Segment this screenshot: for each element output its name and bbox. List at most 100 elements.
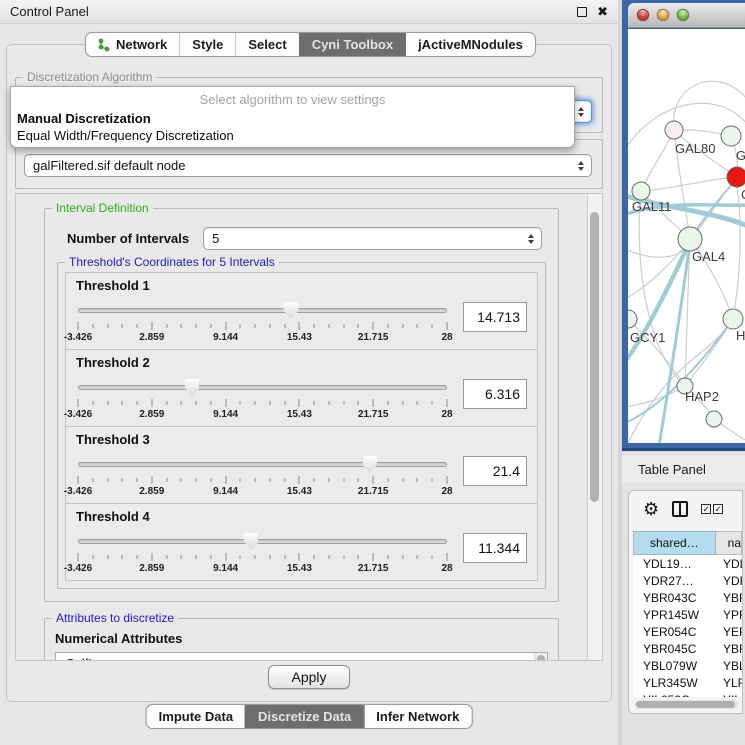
cell-shared-name[interactable]: YBL079W bbox=[633, 657, 719, 674]
tab-infer-network[interactable]: Infer Network bbox=[363, 705, 471, 728]
numerical-attributes-list[interactable]: SelfLoopsTopologicalCoefficientBetweenne… bbox=[55, 652, 548, 660]
tab-style[interactable]: Style bbox=[179, 33, 235, 56]
network-node[interactable] bbox=[678, 227, 702, 251]
cell-shared-name[interactable]: YER054C bbox=[633, 623, 719, 640]
spinner-arrows-icon bbox=[578, 161, 584, 171]
number-of-intervals-label: Number of Intervals bbox=[67, 231, 189, 246]
number-of-intervals-combo[interactable]: 5 bbox=[203, 227, 542, 250]
cell-shared-name[interactable]: YLR345W bbox=[633, 674, 719, 691]
threshold-4-value-field[interactable]: 11.344 bbox=[463, 533, 527, 563]
float-window-icon[interactable] bbox=[577, 7, 587, 17]
minimize-traffic-light-icon[interactable] bbox=[657, 9, 669, 21]
table-row: YBR043CYBR0 bbox=[633, 589, 742, 606]
cell-name[interactable]: YIL0 bbox=[719, 691, 742, 697]
slider-track[interactable] bbox=[78, 385, 447, 390]
dropdown-item-equal-width-frequency[interactable]: Equal Width/Frequency Discretization bbox=[11, 127, 574, 144]
settings-scrollbar[interactable] bbox=[587, 194, 602, 660]
tick-label: -3.426 bbox=[64, 409, 92, 420]
tick-mark bbox=[447, 476, 448, 484]
network-node[interactable] bbox=[628, 310, 637, 328]
cell-name[interactable]: YBL0 bbox=[719, 657, 742, 674]
slider-track[interactable] bbox=[78, 539, 447, 544]
tab-network[interactable]: Network bbox=[86, 33, 179, 56]
network-node[interactable] bbox=[632, 182, 650, 200]
slider-thumb[interactable] bbox=[283, 302, 298, 319]
tick-mark bbox=[122, 324, 123, 328]
tick-mark bbox=[137, 555, 138, 559]
tick-mark bbox=[402, 555, 403, 559]
tick-mark bbox=[151, 322, 152, 330]
network-node[interactable] bbox=[727, 167, 745, 187]
zoom-traffic-light-icon[interactable] bbox=[677, 9, 689, 21]
close-icon[interactable]: ✖ bbox=[597, 7, 608, 17]
cell-shared-name[interactable]: YDR27… bbox=[633, 572, 719, 589]
settings-scroll-area: Interval Definition Number of Intervals … bbox=[15, 193, 603, 661]
threshold-2-value-field[interactable]: 6.316 bbox=[463, 379, 527, 409]
cell-shared-name[interactable]: YDL19… bbox=[633, 555, 719, 572]
tab-jactivemnodules[interactable]: jActiveMNodules bbox=[405, 33, 535, 56]
tick-mark bbox=[196, 401, 197, 405]
network-node[interactable] bbox=[706, 411, 722, 427]
tick-mark bbox=[255, 478, 256, 482]
list-scrollbar-thumb[interactable] bbox=[537, 655, 545, 660]
table-row: YDL19…YDL1 bbox=[633, 555, 742, 572]
tick-label: 28 bbox=[441, 486, 452, 497]
cell-name[interactable]: YBR0 bbox=[719, 640, 742, 657]
cell-shared-name[interactable]: YBR043C bbox=[633, 589, 719, 606]
slider-track[interactable] bbox=[78, 462, 447, 467]
network-node[interactable] bbox=[665, 121, 683, 139]
settings-scrollbar-thumb[interactable] bbox=[590, 212, 599, 502]
tick-mark bbox=[122, 478, 123, 482]
cell-name[interactable]: YDR2 bbox=[719, 572, 742, 589]
table-horizontal-scrollbar[interactable] bbox=[635, 700, 738, 709]
tick-mark bbox=[343, 324, 344, 328]
column-header-shared-name[interactable]: shared… bbox=[633, 531, 716, 555]
slider-track[interactable] bbox=[78, 308, 447, 313]
tick-mark bbox=[284, 401, 285, 405]
cell-shared-name[interactable]: YPR145W bbox=[633, 606, 719, 623]
tick-mark bbox=[447, 322, 448, 330]
dropdown-item-manual-discretization[interactable]: Manual Discretization bbox=[11, 110, 574, 127]
network-node[interactable] bbox=[721, 126, 741, 146]
split-columns-icon[interactable] bbox=[672, 501, 688, 517]
tick-label: 15.43 bbox=[287, 409, 312, 420]
slider-thumb[interactable] bbox=[244, 533, 259, 550]
cell-name[interactable]: YER0 bbox=[719, 623, 742, 640]
threshold-1-value-field[interactable]: 14.713 bbox=[463, 302, 527, 332]
table-data-combo[interactable]: galFiltered.sif default node bbox=[24, 154, 592, 177]
tick-mark bbox=[284, 478, 285, 482]
tick-mark bbox=[373, 399, 374, 407]
tab-impute-data[interactable]: Impute Data bbox=[147, 705, 245, 728]
column-header-name[interactable]: na bbox=[716, 531, 742, 555]
network-node[interactable] bbox=[723, 309, 743, 329]
cell-name[interactable]: YLR3 bbox=[719, 674, 742, 691]
tick-mark bbox=[373, 476, 374, 484]
tab-cyni-toolbox[interactable]: Cyni Toolbox bbox=[299, 33, 405, 56]
cell-shared-name[interactable]: YIL052C bbox=[633, 691, 719, 697]
cell-name[interactable]: YPR1 bbox=[719, 606, 742, 623]
tab-select[interactable]: Select bbox=[235, 33, 298, 56]
gear-icon[interactable]: ⚙ bbox=[643, 500, 659, 518]
cell-shared-name[interactable]: YBR045C bbox=[633, 640, 719, 657]
tick-mark bbox=[387, 324, 388, 328]
close-traffic-light-icon[interactable] bbox=[637, 9, 649, 21]
slider-thumb[interactable] bbox=[185, 379, 200, 396]
slider-thumb[interactable] bbox=[362, 456, 377, 473]
cell-name[interactable]: YBR0 bbox=[719, 589, 742, 606]
algorithm-dropdown-popup: Select algorithm to view settings Manual… bbox=[10, 86, 575, 148]
cell-name[interactable]: YDL1 bbox=[719, 555, 742, 572]
panel-title: Control Panel bbox=[10, 4, 89, 19]
tick-mark bbox=[328, 555, 329, 559]
group-title: Discretization Algorithm bbox=[23, 70, 156, 84]
checked-box-icon[interactable]: ✓ bbox=[701, 504, 711, 514]
threshold-4-slider: -3.4262.8599.14415.4321.71528 bbox=[78, 533, 447, 577]
list-scrollbar[interactable] bbox=[534, 653, 547, 660]
tick-mark bbox=[196, 555, 197, 559]
network-canvas[interactable]: GAL80G.CGAL11GAL4GCY1HHAP2 bbox=[628, 29, 745, 443]
apply-button[interactable]: Apply bbox=[268, 665, 349, 689]
tab-discretize-data[interactable]: Discretize Data bbox=[245, 705, 363, 728]
attribute-list-item[interactable]: SelfLoops bbox=[66, 656, 547, 660]
checked-box-icon[interactable]: ✓ bbox=[713, 504, 723, 514]
table-scrollbar-thumb[interactable] bbox=[636, 701, 735, 708]
threshold-3-value-field[interactable]: 21.4 bbox=[463, 456, 527, 486]
